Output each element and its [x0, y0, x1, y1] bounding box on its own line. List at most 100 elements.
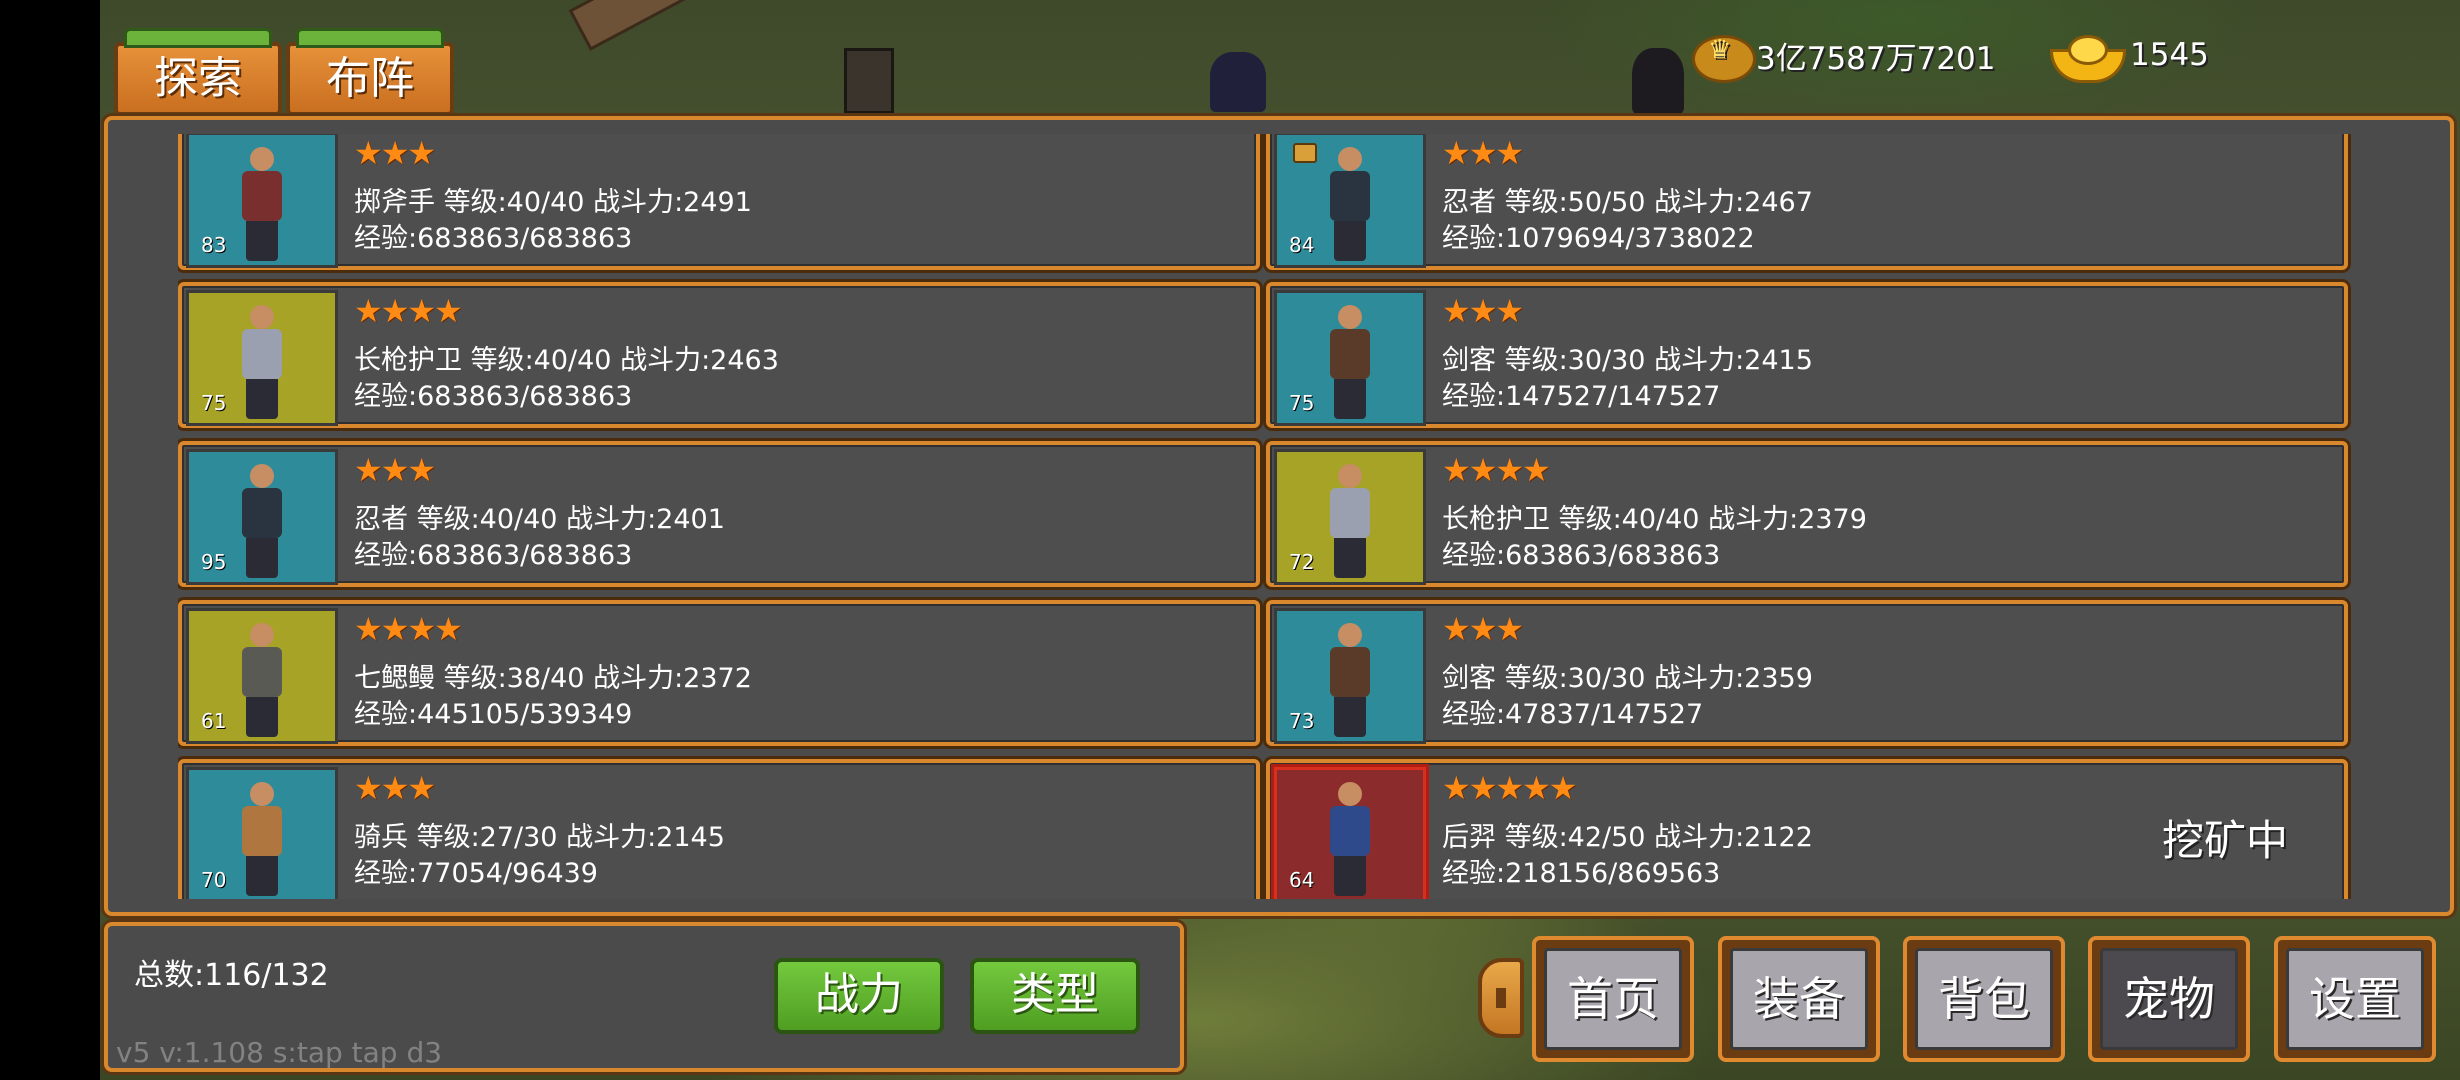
pet-portrait: 64: [1274, 767, 1426, 899]
pet-name-level-power: 长枪护卫 等级:40/40 战斗力:2379: [1442, 504, 1867, 535]
pet-experience: 经验:147527/147527: [1442, 381, 1721, 412]
pet-name-level-power: 剑客 等级:30/30 战斗力:2415: [1442, 345, 1813, 376]
drawer-handle-icon[interactable]: [1478, 958, 1524, 1038]
pet-name-level-power: 忍者 等级:50/50 战斗力:2467: [1442, 187, 1813, 218]
nav-pets-button[interactable]: 宠物: [2088, 936, 2250, 1062]
pet-star-rating: ★★★★: [1442, 451, 1551, 489]
pet-experience: 经验:47837/147527: [1442, 699, 1704, 730]
nav-bag-label: 背包: [1915, 948, 2053, 1050]
ingot-amount: 1545: [2130, 37, 2209, 73]
version-text: v5 v:1.108 s:tap tap d3: [116, 1036, 443, 1069]
pet-sprite-icon: [234, 305, 290, 421]
pet-sprite-icon: [1322, 782, 1378, 898]
pet-sprite-icon: [234, 464, 290, 580]
pet-portrait: 84: [1274, 134, 1426, 268]
sort-by-type-button[interactable]: 类型: [970, 958, 1140, 1034]
nav-equipment-label: 装备: [1730, 948, 1868, 1050]
sort-by-type-label: 类型: [1011, 969, 1099, 1020]
pet-card[interactable]: 75 ★★★★ 长枪护卫 等级:40/40 战斗力:2463 经验:683863/68…: [178, 282, 1260, 428]
pet-name-level-power: 后羿 等级:42/50 战斗力:2122: [1442, 822, 1813, 853]
pet-portrait: 75: [186, 290, 338, 426]
pet-portrait: 72: [1274, 449, 1426, 585]
pet-star-rating: ★★★: [354, 451, 436, 489]
pet-portrait-number: 75: [1289, 391, 1315, 415]
pet-card[interactable]: 72 ★★★★ 长枪护卫 等级:40/40 战斗力:2379 经验:683863/68…: [1266, 441, 2348, 587]
pet-sprite-icon: [1322, 464, 1378, 580]
pet-experience: 经验:683863/683863: [354, 540, 633, 571]
pet-sprite-icon: [234, 782, 290, 898]
gold-ingot-icon: [2048, 31, 2126, 83]
tab-explore[interactable]: 探索: [114, 28, 282, 116]
sort-by-power-button[interactable]: 战力: [774, 958, 944, 1034]
pet-experience: 经验:218156/869563: [1442, 858, 1721, 889]
pet-portrait: 75: [1274, 290, 1426, 426]
tab-formation-label: 布阵: [326, 53, 414, 104]
coin-counter: 3亿7587万7201: [1692, 30, 1996, 83]
pet-experience: 经验:683863/683863: [354, 223, 633, 254]
pet-name-level-power: 七鳃鳗 等级:38/40 战斗力:2372: [354, 663, 752, 694]
pet-portrait-number: 84: [1289, 233, 1315, 257]
nav-settings-button[interactable]: 设置: [2274, 936, 2436, 1062]
nav-home-button[interactable]: 首页: [1532, 936, 1694, 1062]
pet-grid[interactable]: 83 ★★★ 掷斧手 等级:40/40 战斗力:2491 经验:683863/6838…: [178, 134, 2353, 899]
pet-star-rating: ★★★: [1442, 134, 1524, 172]
sort-by-power-label: 战力: [815, 969, 903, 1020]
pet-star-rating: ★★★: [1442, 292, 1524, 330]
nav-equipment-button[interactable]: 装备: [1718, 936, 1880, 1062]
pet-portrait-number: 70: [201, 868, 227, 892]
pet-card[interactable]: 70 ★★★ 骑兵 等级:27/30 战斗力:2145 经验:77054/96439: [178, 759, 1260, 899]
pet-portrait-number: 75: [201, 391, 227, 415]
pet-sprite-icon: [1322, 623, 1378, 739]
pet-portrait: 61: [186, 608, 338, 744]
pet-experience: 经验:1079694/3738022: [1442, 223, 1755, 254]
pet-total-count: 总数:116/132: [134, 958, 329, 993]
pet-experience: 经验:683863/683863: [354, 381, 633, 412]
pet-star-rating: ★★★: [354, 134, 436, 172]
pet-portrait: 70: [186, 767, 338, 899]
pet-card[interactable]: 64 ★★★★★ 后羿 等级:42/50 战斗力:2122 经验:218156/869…: [1266, 759, 2348, 899]
pet-name-level-power: 长枪护卫 等级:40/40 战斗力:2463: [354, 345, 779, 376]
pet-card[interactable]: 75 ★★★ 剑客 等级:30/30 战斗力:2415 经验:147527/14752…: [1266, 282, 2348, 428]
pet-card[interactable]: 83 ★★★ 掷斧手 等级:40/40 战斗力:2491 经验:683863/6838…: [178, 134, 1260, 270]
nav-pets-label: 宠物: [2100, 948, 2238, 1050]
ingot-counter: 1545: [2048, 30, 2209, 83]
pet-sprite-icon: [234, 623, 290, 739]
pet-card[interactable]: 73 ★★★ 剑客 等级:30/30 战斗力:2359 经验:47837/147527: [1266, 600, 2348, 746]
lock-icon: [1293, 143, 1317, 163]
pet-portrait: 95: [186, 449, 338, 585]
tab-explore-label: 探索: [154, 53, 242, 104]
background-pillar: [844, 48, 894, 114]
pet-name-level-power: 掷斧手 等级:40/40 战斗力:2491: [354, 187, 752, 218]
pet-sprite-icon: [1322, 305, 1378, 421]
pet-list-panel: 83 ★★★ 掷斧手 等级:40/40 战斗力:2491 经验:683863/6838…: [104, 116, 2454, 916]
pet-star-rating: ★★★★★: [1442, 769, 1577, 807]
gold-coin-icon: [1692, 33, 1756, 83]
pet-card[interactable]: 61 ★★★★ 七鳃鳗 等级:38/40 战斗力:2372 经验:445105/539…: [178, 600, 1260, 746]
pet-card[interactable]: 84 ★★★ 忍者 等级:50/50 战斗力:2467 经验:1079694/3738…: [1266, 134, 2348, 270]
pet-name-level-power: 剑客 等级:30/30 战斗力:2359: [1442, 663, 1813, 694]
pet-star-rating: ★★★: [1442, 610, 1524, 648]
pet-star-rating: ★★★: [354, 769, 436, 807]
pet-star-rating: ★★★★: [354, 610, 463, 648]
pet-name-level-power: 骑兵 等级:27/30 战斗力:2145: [354, 822, 725, 853]
pet-sprite-icon: [1322, 147, 1378, 263]
coin-amount: 3亿7587万7201: [1756, 40, 1996, 77]
nav-settings-label: 设置: [2286, 948, 2424, 1050]
pet-sprite-icon: [234, 147, 290, 263]
pet-experience: 经验:77054/96439: [354, 858, 598, 889]
pet-portrait-number: 64: [1289, 868, 1315, 892]
tab-formation[interactable]: 布阵: [286, 28, 454, 116]
pet-portrait: 83: [186, 134, 338, 268]
pet-star-rating: ★★★★: [354, 292, 463, 330]
background-log: [568, 0, 732, 51]
pet-portrait-number: 95: [201, 550, 227, 574]
pet-experience: 经验:683863/683863: [1442, 540, 1721, 571]
pet-portrait: 73: [1274, 608, 1426, 744]
nav-home-label: 首页: [1544, 948, 1682, 1050]
pet-status-mining: 挖矿中: [2161, 816, 2288, 865]
pet-card[interactable]: 95 ★★★ 忍者 等级:40/40 战斗力:2401 经验:683863/68386…: [178, 441, 1260, 587]
background-character: [1632, 48, 1684, 114]
pet-name-level-power: 忍者 等级:40/40 战斗力:2401: [354, 504, 725, 535]
nav-bag-button[interactable]: 背包: [1903, 936, 2065, 1062]
pet-portrait-number: 72: [1289, 550, 1315, 574]
